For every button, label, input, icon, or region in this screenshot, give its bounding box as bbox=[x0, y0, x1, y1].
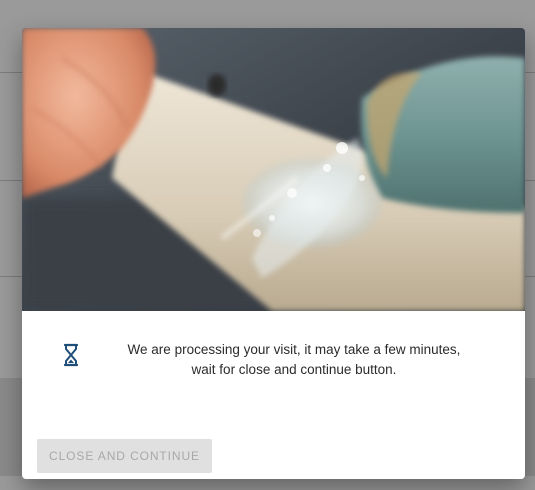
water-splash-photo bbox=[22, 28, 525, 311]
hourglass-icon bbox=[63, 343, 79, 367]
status-message-line: wait for close and continue button. bbox=[191, 362, 397, 377]
status-message-line: We are processing your visit, it may tak… bbox=[127, 342, 461, 357]
close-and-continue-button[interactable]: CLOSE AND CONTINUE bbox=[37, 439, 212, 473]
hero-image bbox=[22, 28, 525, 311]
status-message: We are processing your visit, it may tak… bbox=[92, 340, 496, 380]
processing-dialog: We are processing your visit, it may tak… bbox=[22, 28, 525, 479]
